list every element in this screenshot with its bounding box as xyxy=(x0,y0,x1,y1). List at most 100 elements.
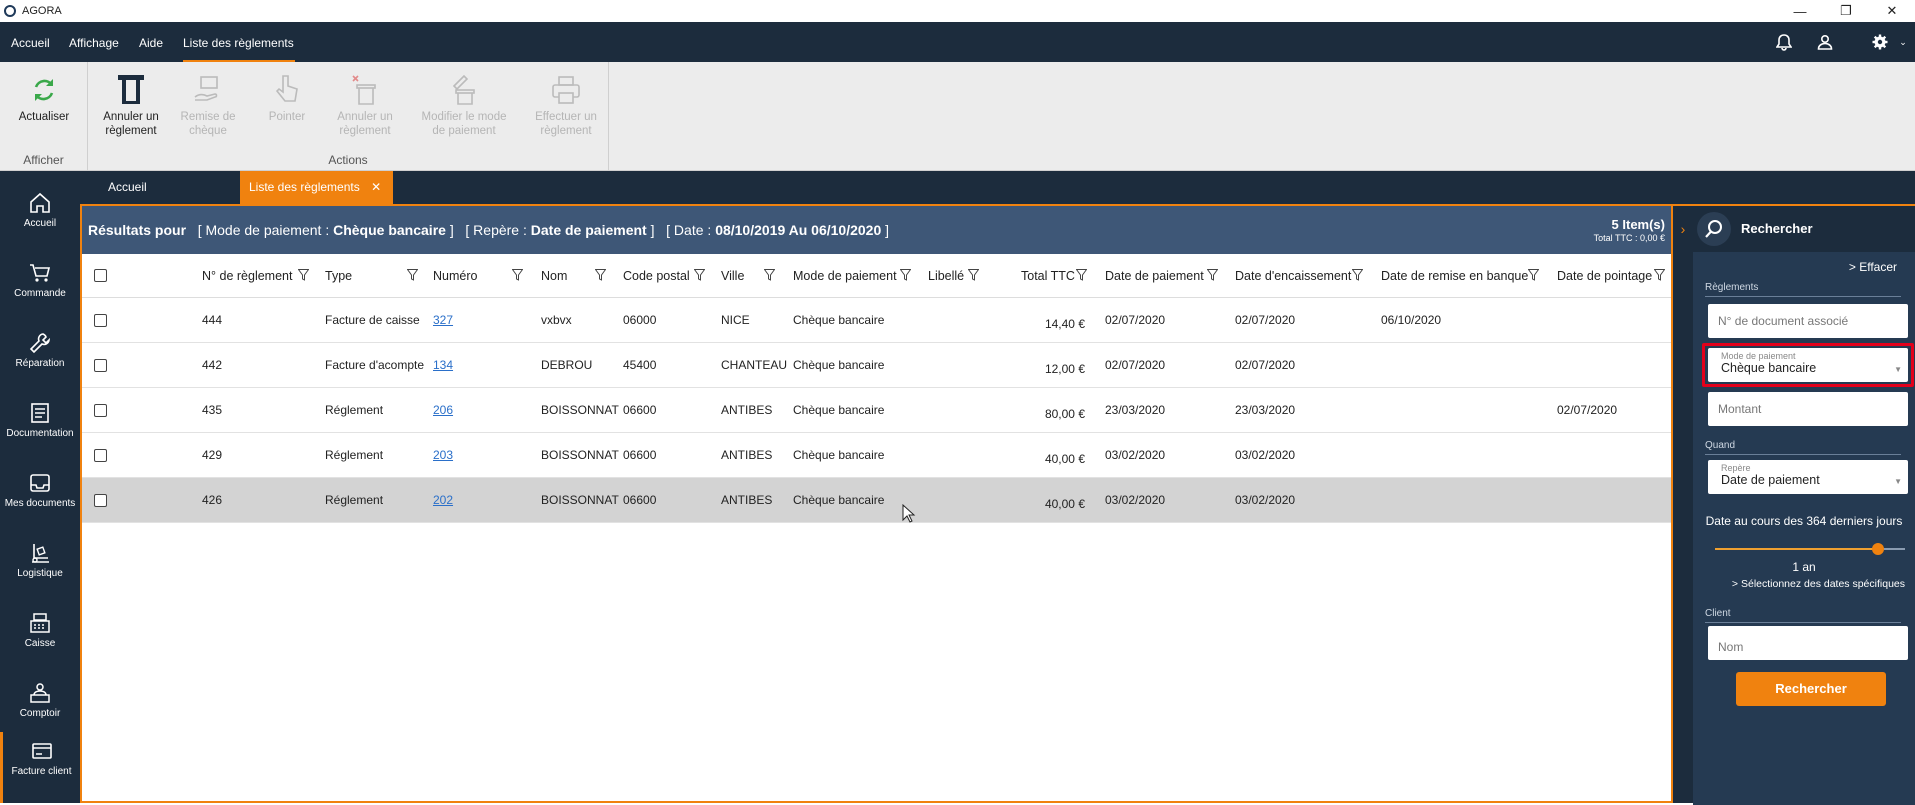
specific-dates-link[interactable]: > Sélectionnez des dates spécifiques xyxy=(1732,578,1905,590)
nav-caisse[interactable]: Caisse xyxy=(0,604,80,674)
client-name-input[interactable]: Nom xyxy=(1708,626,1908,660)
dropdown-arrow-icon: ▼ xyxy=(1894,477,1902,486)
amount-input[interactable]: Montant xyxy=(1708,392,1908,426)
filter-icon[interactable] xyxy=(1528,269,1539,281)
col-header[interactable]: Ville xyxy=(721,269,744,283)
filter-icon[interactable] xyxy=(764,269,775,281)
repere-select[interactable]: Repère Date de paiement ▼ xyxy=(1708,460,1908,494)
gear-icon[interactable] xyxy=(1870,32,1890,52)
restore-button[interactable]: ❐ xyxy=(1823,0,1869,22)
col-header[interactable]: Libellé xyxy=(928,269,964,283)
chevron-down-icon[interactable]: ⌄ xyxy=(1893,32,1913,52)
dropdown-arrow-icon: ▼ xyxy=(1894,365,1902,374)
filter-icon[interactable] xyxy=(595,269,606,281)
select-all-checkbox[interactable] xyxy=(94,269,107,282)
menu-aide[interactable]: Aide xyxy=(139,22,163,62)
col-header[interactable]: Date de remise en banque xyxy=(1381,269,1528,283)
slider-knob[interactable] xyxy=(1872,543,1884,555)
nav-commande[interactable]: Commande xyxy=(0,254,80,324)
table-cell: DEBROU xyxy=(541,358,593,372)
invoice-number-link[interactable]: 202 xyxy=(433,493,453,507)
table-cell: Chèque bancaire xyxy=(793,313,885,327)
nav-logistique[interactable]: Logistique xyxy=(0,534,80,604)
col-header[interactable]: Date de pointage xyxy=(1557,269,1652,283)
filter-icon[interactable] xyxy=(1654,269,1665,281)
table-cell: Chèque bancaire xyxy=(793,358,885,372)
invoice-number-link[interactable]: 134 xyxy=(433,358,453,372)
table-cell: 23/03/2020 xyxy=(1235,403,1296,417)
edit-payment-icon xyxy=(452,74,475,105)
col-header[interactable]: Type xyxy=(325,269,352,283)
cheque-deposit-button[interactable]: Remise de chèque xyxy=(168,70,248,138)
row-checkbox[interactable] xyxy=(94,449,107,462)
nav-facture-client[interactable]: Facture client xyxy=(0,732,80,803)
row-checkbox[interactable] xyxy=(94,314,107,327)
invoice-number-link[interactable]: 206 xyxy=(433,403,453,417)
edit-payment-button[interactable]: Modifier le mode de paiement xyxy=(414,70,514,138)
col-header[interactable]: Nom xyxy=(541,269,567,283)
table-row[interactable]: 426 Réglement 202 BOISSONNAT 06600 ANTIBES Chè… xyxy=(82,478,1671,523)
row-checkbox[interactable] xyxy=(94,494,107,507)
filter-icon[interactable] xyxy=(1352,269,1363,281)
table-row[interactable]: 429 Réglement 203 BOISSONNAT 06600 ANTIBES Chè… xyxy=(82,433,1671,478)
tab-accueil[interactable]: Accueil xyxy=(108,171,208,204)
table-row[interactable]: 435 Réglement 206 BOISSONNAT 06600 ANTIBES Chè… xyxy=(82,388,1671,433)
nav-documentation[interactable]: Documentation xyxy=(0,394,80,464)
menu-accueil[interactable]: Accueil xyxy=(11,22,50,62)
nav-reparation[interactable]: Réparation xyxy=(0,324,80,394)
cancel-payment-button[interactable]: Annuler un règlement xyxy=(91,70,171,138)
table-cell: 03/02/2020 xyxy=(1105,448,1166,462)
section-client: Client xyxy=(1705,608,1901,623)
close-window-button[interactable]: ✕ xyxy=(1869,0,1915,22)
filter-icon[interactable] xyxy=(1207,269,1218,281)
trash-cancel-button[interactable]: Annuler un règlement xyxy=(325,70,405,138)
col-header[interactable]: Code postal xyxy=(623,269,690,283)
filter-icon[interactable] xyxy=(407,269,418,281)
filter-icon[interactable] xyxy=(968,269,979,281)
cheque-deposit-icon xyxy=(194,76,218,101)
invoice-number-link[interactable]: 203 xyxy=(433,448,453,462)
refresh-button[interactable]: Actualiser xyxy=(4,70,84,124)
make-payment-button[interactable]: Effectuer un règlement xyxy=(521,70,611,138)
tab-liste-reglements[interactable]: Liste des règlements ✕ xyxy=(240,171,393,204)
row-checkbox[interactable] xyxy=(94,359,107,372)
refresh-icon xyxy=(34,79,54,101)
bell-icon[interactable] xyxy=(1774,32,1794,52)
filter-icon[interactable] xyxy=(298,269,309,281)
nav-accueil[interactable]: Accueil xyxy=(0,184,80,254)
table-cell: 14,40 € xyxy=(1044,317,1085,331)
clear-link[interactable]: > Effacer xyxy=(1849,260,1897,274)
invoice-number-link[interactable]: 327 xyxy=(433,313,453,327)
table-header: N° de règlement Type Numéro Nom Code pos… xyxy=(82,254,1671,298)
col-header[interactable]: Total TTC xyxy=(1021,269,1075,283)
menu-affichage[interactable]: Affichage xyxy=(69,22,119,62)
nav-mes-documents[interactable]: Mes documents xyxy=(0,464,80,534)
table-cell: 06000 xyxy=(623,313,657,327)
user-icon[interactable] xyxy=(1815,32,1835,52)
table-cell: 06/10/2020 xyxy=(1381,313,1442,327)
filter-icon[interactable] xyxy=(512,269,523,281)
payment-mode-select[interactable]: Mode de paiement Chèque bancaire ▼ xyxy=(1708,348,1908,382)
pointer-button[interactable]: Pointer xyxy=(247,70,327,124)
filter-icon[interactable] xyxy=(1076,269,1087,281)
table-cell: ANTIBES xyxy=(721,448,773,462)
table-row[interactable]: 442 Facture d'acompte 134 DEBROU 45400 CHANTE… xyxy=(82,343,1671,388)
menu-liste-reglements[interactable]: Liste des règlements xyxy=(183,22,295,62)
col-header[interactable]: Date de paiement xyxy=(1105,269,1204,283)
ribbon-group-label: Actions xyxy=(328,153,368,167)
col-header[interactable]: Date d'encaissement xyxy=(1235,269,1351,283)
col-header[interactable]: N° de règlement xyxy=(202,269,292,283)
col-header[interactable]: Mode de paiement xyxy=(793,269,897,283)
close-tab-icon[interactable]: ✕ xyxy=(371,180,381,194)
table-cell: Facture d'acompte xyxy=(325,358,425,372)
search-button[interactable]: Rechercher xyxy=(1736,672,1886,706)
row-checkbox[interactable] xyxy=(94,404,107,417)
col-header[interactable]: Numéro xyxy=(433,269,477,283)
filter-icon[interactable] xyxy=(694,269,705,281)
collapse-panel-button[interactable]: › xyxy=(1673,204,1693,252)
filter-icon[interactable] xyxy=(900,269,911,281)
table-row[interactable]: 444 Facture de caisse 327 vxbvx 06000 NICE Chè… xyxy=(82,298,1671,343)
minimize-button[interactable]: — xyxy=(1777,0,1823,22)
slider-track xyxy=(1715,548,1878,550)
document-number-input[interactable]: N° de document associé xyxy=(1708,304,1908,338)
